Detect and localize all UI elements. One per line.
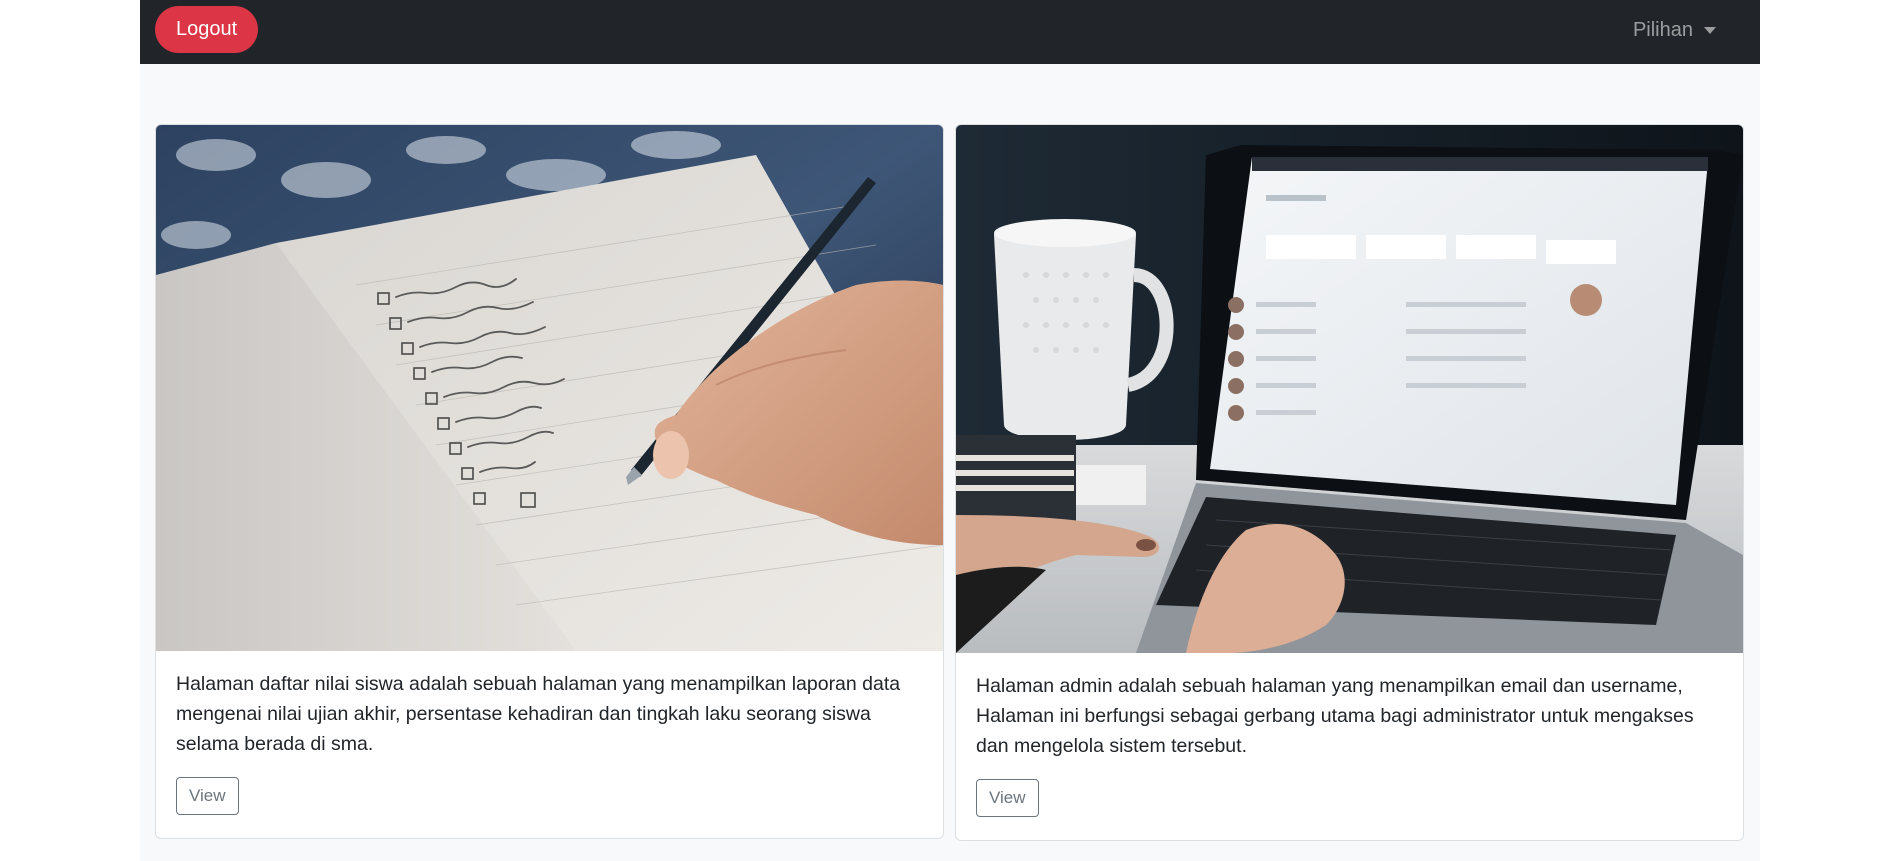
- notebook-photo: [156, 125, 943, 651]
- top-navbar: Logout Pilihan: [140, 0, 1760, 64]
- card-body: Halaman daftar nilai siswa adalah sebuah…: [156, 651, 943, 835]
- logout-button[interactable]: Logout: [155, 6, 259, 53]
- page-container: Logout Pilihan Halaman daftar nilai sisw…: [140, 0, 1760, 861]
- card-description: Halaman daftar nilai siswa adalah sebuah…: [176, 673, 901, 755]
- notebook-checklist-image: [156, 125, 943, 651]
- dropdown-label: Pilihan: [1632, 18, 1693, 41]
- view-button[interactable]: View: [176, 777, 239, 815]
- card-halaman-admin: Halaman admin adalah sebuah halaman yang…: [955, 124, 1744, 841]
- laptop-typing-image: [956, 125, 1743, 653]
- card-description: Halaman admin adalah sebuah halaman yang…: [976, 675, 1694, 757]
- laptop-photo: [956, 125, 1743, 653]
- card-body: Halaman admin adalah sebuah halaman yang…: [956, 653, 1743, 837]
- caret-down-icon: [1704, 26, 1716, 34]
- pilihan-dropdown-toggle[interactable]: Pilihan: [1633, 14, 1716, 46]
- view-button[interactable]: View: [976, 779, 1039, 817]
- card-daftar-nilai: Halaman daftar nilai siswa adalah sebuah…: [155, 124, 944, 839]
